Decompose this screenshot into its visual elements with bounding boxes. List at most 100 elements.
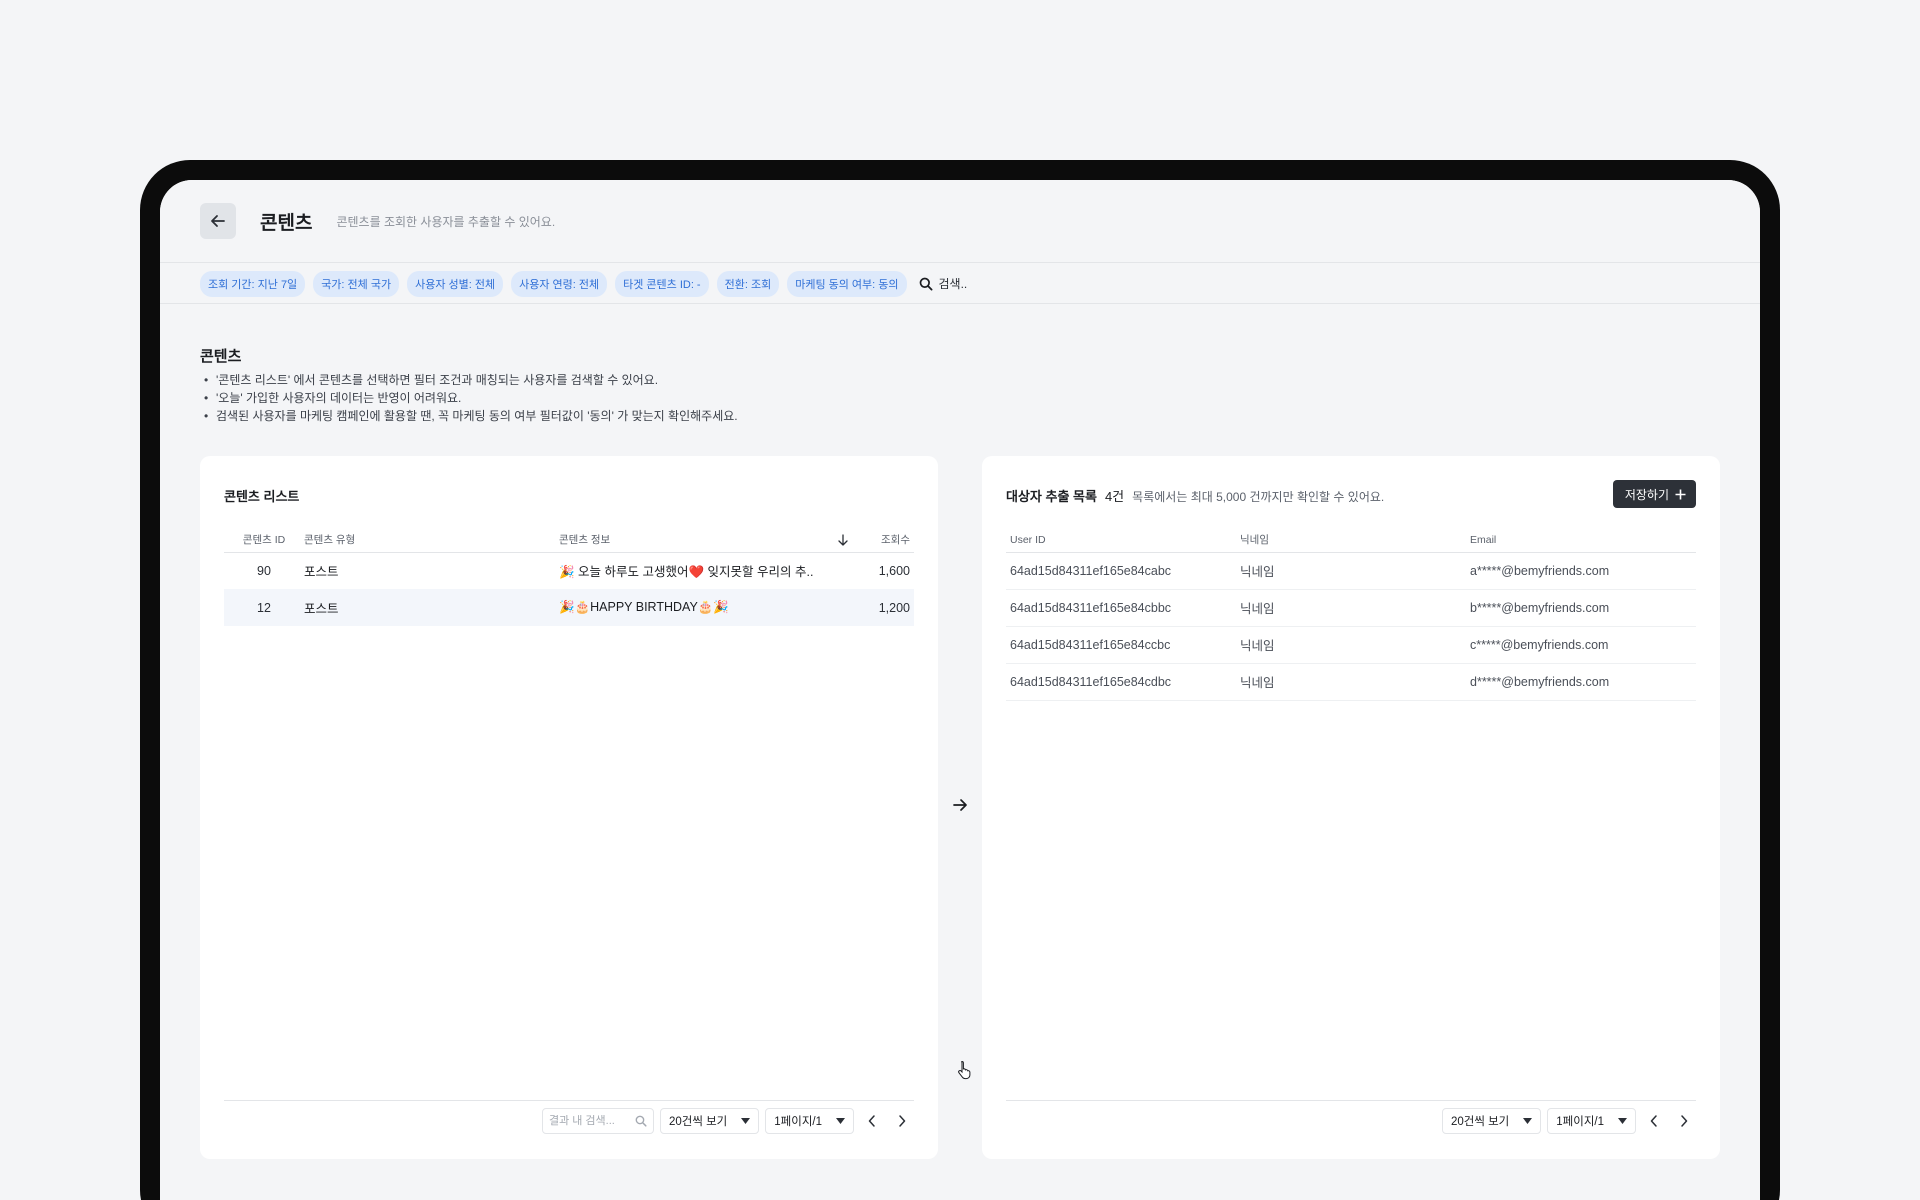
chevron-left-icon [1650,1115,1657,1127]
cell-user-id: 64ad15d84311ef165e84cdbc [1006,663,1236,701]
column-header-content-type[interactable]: 콘텐츠 유형 [304,528,559,553]
prev-page-button[interactable] [860,1108,884,1134]
result-search-input[interactable] [548,1115,629,1127]
page-value: 1페이지/1 [774,1116,822,1128]
filter-chip-target-content[interactable]: 타겟 콘텐츠 ID: - [615,270,709,297]
cell-nickname: 닉네임 [1236,663,1466,701]
page-select[interactable]: 1페이지/1 [1547,1108,1636,1134]
extraction-table: User ID 닉네임 Email 64ad15d84311ef165e84ca… [1006,528,1696,701]
cell-content-id: 12 [224,589,304,626]
column-header-user-id[interactable]: User ID [1006,528,1236,553]
info-note: '콘텐츠 리스트' 에서 콘텐츠를 선택하면 필터 조건과 매칭되는 사용자를 … [204,371,738,389]
filter-chip-age[interactable]: 사용자 연령: 전체 [511,270,608,297]
cell-views: 1,200 [854,589,914,626]
column-header-nickname[interactable]: 닉네임 [1236,528,1466,553]
page-value: 1페이지/1 [1556,1116,1604,1128]
filter-chip-marketing-consent[interactable]: 마케팅 동의 여부: 동의 [787,270,907,297]
device-frame: 콘텐츠 콘텐츠를 조회한 사용자를 추출할 수 있어요. 조회 기간: 지난 7… [140,160,1780,1200]
column-header-content-info-label: 콘텐츠 정보 [559,534,611,547]
next-page-button[interactable] [890,1108,914,1134]
caret-down-icon [836,1118,845,1124]
table-row: 64ad15d84311ef165e84cdbc 닉네임 d*****@bemy… [1006,663,1696,701]
extraction-count: 4건 [1104,489,1125,504]
hand-cursor-icon [958,1060,971,1080]
filter-chip-country[interactable]: 국가: 전체 국가 [313,270,400,297]
arrow-down-icon[interactable] [838,534,848,546]
filter-chip-period[interactable]: 조회 기간: 지난 7일 [200,270,306,297]
cell-user-id: 64ad15d84311ef165e84cabc [1006,552,1236,590]
content-list-table: 콘텐츠 ID 콘텐츠 유형 콘텐츠 정보 조회수 90 포스트 🎉 오늘 하루도… [224,528,914,626]
back-button[interactable] [200,203,236,239]
table-header-row: User ID 닉네임 Email [1006,528,1696,553]
table-row[interactable]: 90 포스트 🎉 오늘 하루도 고생했어❤️ 잊지못할 우리의 추.. 1,60… [224,552,914,589]
page-title: 콘텐츠 [260,212,313,234]
page-size-select[interactable]: 20건씩 보기 [659,1108,760,1134]
extraction-list-card: 대상자 추출 목록 4건 목록에서는 최대 5,000 건까지만 확인할 수 있… [982,456,1720,1159]
search-icon [635,1115,647,1127]
cell-content-info: 🎉🎂HAPPY BIRTHDAY🎂🎉 [559,589,854,626]
section-title: 콘텐츠 [200,348,242,365]
app-screen: 콘텐츠 콘텐츠를 조회한 사용자를 추출할 수 있어요. 조회 기간: 지난 7… [160,180,1760,1200]
column-header-views[interactable]: 조회수 [854,528,914,553]
cell-user-id: 64ad15d84311ef165e84cbbc [1006,589,1236,627]
cell-user-id: 64ad15d84311ef165e84ccbc [1006,626,1236,664]
cell-content-id: 90 [257,563,271,578]
column-header-content-id[interactable]: 콘텐츠 ID [224,528,304,553]
save-button[interactable]: 저장하기 [1612,480,1696,508]
cell-email: c*****@bemyfriends.com [1466,626,1696,664]
cell-content-type: 포스트 [304,565,339,580]
content-list-title: 콘텐츠 리스트 [224,489,300,504]
extraction-subtitle: 목록에서는 최대 5,000 건까지만 확인할 수 있어요. [1132,490,1385,504]
page-header: 콘텐츠 콘텐츠를 조회한 사용자를 추출할 수 있어요. [160,180,1760,263]
extraction-list-header: 대상자 추출 목록 4건 목록에서는 최대 5,000 건까지만 확인할 수 있… [1006,486,1384,505]
page-size-value: 20건씩 보기 [668,1116,728,1128]
info-note: 검색된 사용자를 마케팅 캠페인에 활용할 땐, 꼭 마케팅 동의 여부 필터값… [204,407,738,425]
filter-bar: 조회 기간: 지난 7일 국가: 전체 국가 사용자 성별: 전체 사용자 연령… [160,264,1760,304]
flow-arrow [948,793,972,817]
page-size-select[interactable]: 20건씩 보기 [1441,1108,1542,1134]
column-header-content-info[interactable]: 콘텐츠 정보 [559,528,854,553]
arrow-left-icon [211,215,225,227]
page-select[interactable]: 1페이지/1 [765,1108,854,1134]
cell-nickname: 닉네임 [1236,626,1466,664]
extraction-footer-divider [1006,1100,1696,1101]
cell-email: a*****@bemyfriends.com [1466,552,1696,590]
chevron-right-icon [899,1115,906,1127]
cell-nickname: 닉네임 [1236,589,1466,627]
filter-search-input[interactable] [938,276,1059,291]
chevron-right-icon [1681,1115,1688,1127]
chevron-left-icon [868,1115,875,1127]
cell-content-info: 🎉 오늘 하루도 고생했어❤️ 잊지못할 우리의 추.. [559,565,814,580]
next-page-button[interactable] [1672,1108,1696,1134]
column-header-email[interactable]: Email [1466,528,1696,553]
info-note: '오늘' 가입한 사용자의 데이터는 반영이 어려워요. [204,389,738,407]
cell-content-type: 포스트 [304,589,559,626]
extraction-pager: 20건씩 보기 1페이지/1 [1441,1108,1696,1134]
table-header-row: 콘텐츠 ID 콘텐츠 유형 콘텐츠 정보 조회수 [224,528,914,553]
plus-icon [1675,489,1686,499]
caret-down-icon [1523,1118,1533,1124]
prev-page-button[interactable] [1642,1108,1666,1134]
caret-down-icon [741,1118,751,1124]
arrow-right-icon [953,799,967,811]
content-list-pager: 20건씩 보기 1페이지/1 [541,1108,914,1134]
table-row: 64ad15d84311ef165e84ccbc 닉네임 c*****@bemy… [1006,626,1696,664]
result-search [541,1108,654,1134]
cell-views: 1,600 [878,563,910,578]
page-description: 콘텐츠를 조회한 사용자를 추출할 수 있어요. [336,214,556,229]
cell-nickname: 닉네임 [1236,552,1466,590]
table-row: 64ad15d84311ef165e84cabc 닉네임 a*****@bemy… [1006,552,1696,590]
search-icon [919,277,933,290]
info-notes: '콘텐츠 리스트' 에서 콘텐츠를 선택하면 필터 조건과 매칭되는 사용자를 … [204,371,738,425]
extraction-list-title: 대상자 추출 목록 [1006,489,1097,504]
cell-email: d*****@bemyfriends.com [1466,663,1696,701]
filter-chip-conversion[interactable]: 전환: 조회 [716,270,780,297]
page-size-value: 20건씩 보기 [1450,1116,1510,1128]
filter-chip-gender[interactable]: 사용자 성별: 전체 [407,270,504,297]
save-button-label: 저장하기 [1624,487,1669,502]
content-list-footer-divider [224,1100,914,1101]
filter-search [919,276,1059,291]
table-row[interactable]: 12 포스트 🎉🎂HAPPY BIRTHDAY🎂🎉 1,200 [224,589,914,626]
caret-down-icon [1618,1118,1627,1124]
cell-email: b*****@bemyfriends.com [1466,589,1696,627]
